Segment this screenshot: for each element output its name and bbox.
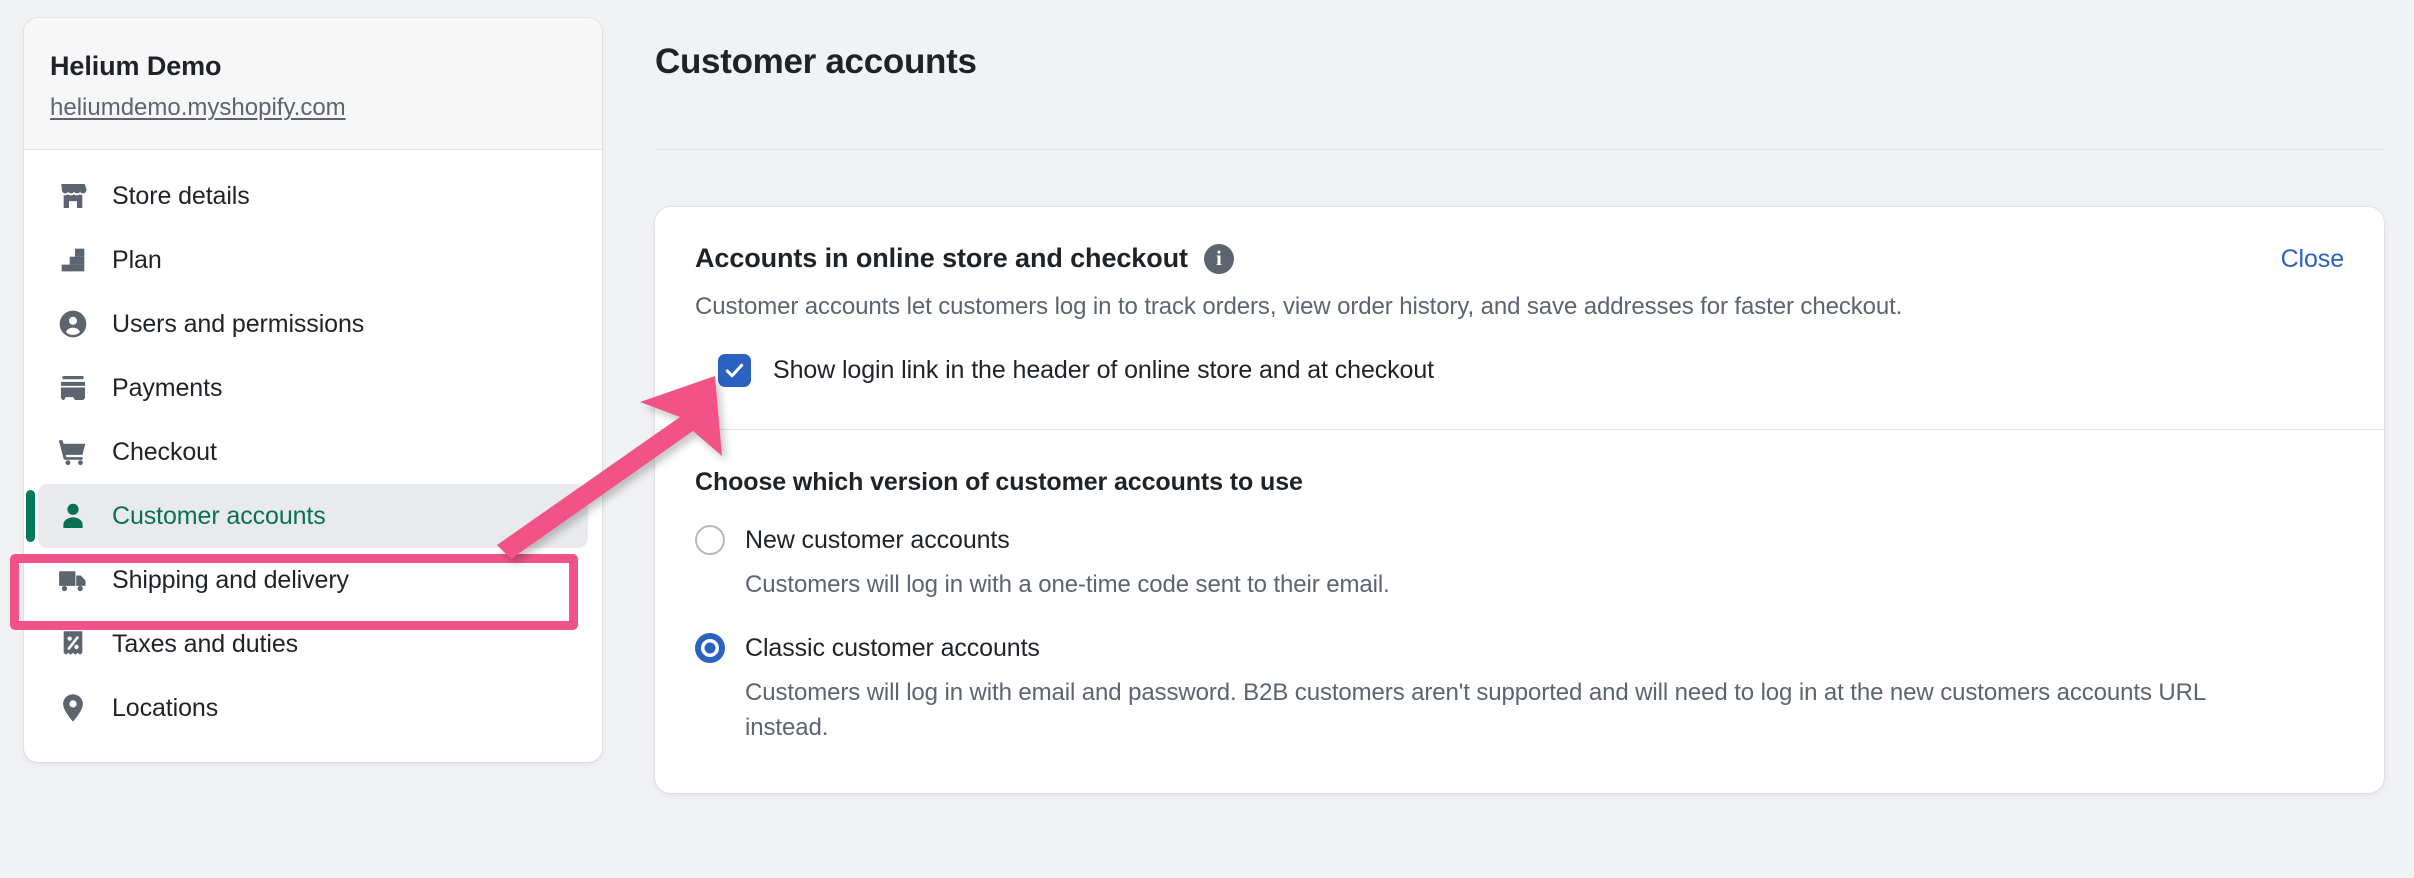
checkmark-icon xyxy=(725,364,744,378)
sidebar-item-label: Store details xyxy=(112,181,250,210)
sidebar-item-checkout[interactable]: Checkout xyxy=(38,420,588,484)
person-icon xyxy=(56,499,90,533)
card-title: Accounts in online store and checkout xyxy=(695,243,1188,273)
receipt-percent-icon xyxy=(56,627,90,661)
classic-customer-accounts-radio[interactable] xyxy=(695,633,725,664)
sidebar-item-payments[interactable]: Payments xyxy=(38,356,588,420)
store-icon xyxy=(56,179,90,213)
account-version-section: Choose which version of customer account… xyxy=(655,430,2384,792)
main-content: Customer accounts Accounts in online sto… xyxy=(655,0,2414,878)
radio-row[interactable]: New customer accounts xyxy=(695,525,2344,556)
account-version-radio-group: New customer accounts Customers will log… xyxy=(695,525,2344,744)
title-divider xyxy=(655,149,2384,150)
store-name: Helium Demo xyxy=(50,51,222,81)
user-circle-icon xyxy=(56,307,90,341)
radio-description: Customers will log in with email and pas… xyxy=(745,679,2206,741)
accounts-online-store-section: Accounts in online store and checkout i … xyxy=(655,207,2384,429)
sidebar-item-label: Plan xyxy=(112,245,162,274)
shopping-cart-icon xyxy=(56,435,90,469)
sidebar-nav: Store details Plan Users and permissions… xyxy=(24,150,602,762)
show-login-link-row[interactable]: Show login link in the header of online … xyxy=(695,354,2344,388)
card-title-group: Accounts in online store and checkout i xyxy=(695,243,1234,274)
radio-description: Customers will log in with a one-time co… xyxy=(745,571,1390,599)
card-header-row: Accounts in online store and checkout i … xyxy=(695,243,2344,274)
radio-row[interactable]: Classic customer accounts xyxy=(695,633,2344,664)
sidebar-item-label: Locations xyxy=(112,693,219,722)
page-title: Customer accounts xyxy=(655,42,977,81)
customer-accounts-card: Accounts in online store and checkout i … xyxy=(655,207,2384,793)
section-heading: Choose which version of customer account… xyxy=(695,468,1303,497)
plan-steps-icon xyxy=(56,243,90,277)
sidebar-item-label: Checkout xyxy=(112,437,217,466)
settings-sidebar: Helium Demo heliumdemo.myshopify.com Sto… xyxy=(24,18,602,763)
map-pin-icon xyxy=(56,691,90,725)
show-login-link-checkbox[interactable] xyxy=(718,354,751,388)
sidebar-item-taxes-and-duties[interactable]: Taxes and duties xyxy=(38,612,588,676)
sidebar-item-locations[interactable]: Locations xyxy=(38,676,588,740)
option-new-customer-accounts[interactable]: New customer accounts Customers will log… xyxy=(695,525,2344,602)
radio-label: New customer accounts xyxy=(745,525,1010,554)
active-indicator-bar xyxy=(26,490,35,543)
close-button[interactable]: Close xyxy=(2281,243,2345,274)
info-icon[interactable]: i xyxy=(1203,243,1234,274)
delivery-truck-icon xyxy=(56,563,90,597)
new-customer-accounts-radio[interactable] xyxy=(695,525,725,556)
sidebar-item-customer-accounts[interactable]: Customer accounts xyxy=(26,484,588,549)
sidebar-item-label: Payments xyxy=(112,373,223,402)
radio-label: Classic customer accounts xyxy=(745,633,1040,662)
sidebar-item-store-details[interactable]: Store details xyxy=(38,164,588,228)
sidebar-item-shipping-and-delivery[interactable]: Shipping and delivery xyxy=(38,548,588,612)
store-url-link[interactable]: heliumdemo.myshopify.com xyxy=(50,93,346,123)
show-login-link-label: Show login link in the header of online … xyxy=(773,356,1435,385)
sidebar-item-label: Shipping and delivery xyxy=(112,565,349,594)
sidebar-item-label: Customer accounts xyxy=(112,501,326,530)
sidebar-item-users-and-permissions[interactable]: Users and permissions xyxy=(38,292,588,356)
app-root: Helium Demo heliumdemo.myshopify.com Sto… xyxy=(0,0,2414,878)
option-classic-customer-accounts[interactable]: Classic customer accounts Customers will… xyxy=(695,633,2344,744)
sidebar-item-plan[interactable]: Plan xyxy=(38,228,588,292)
sidebar-store-header: Helium Demo heliumdemo.myshopify.com xyxy=(24,18,602,151)
sidebar-item-label: Users and permissions xyxy=(112,309,365,338)
card-description: Customer accounts let customers log in t… xyxy=(695,293,1903,320)
payment-card-icon xyxy=(56,371,90,405)
sidebar-item-label: Taxes and duties xyxy=(112,629,299,658)
